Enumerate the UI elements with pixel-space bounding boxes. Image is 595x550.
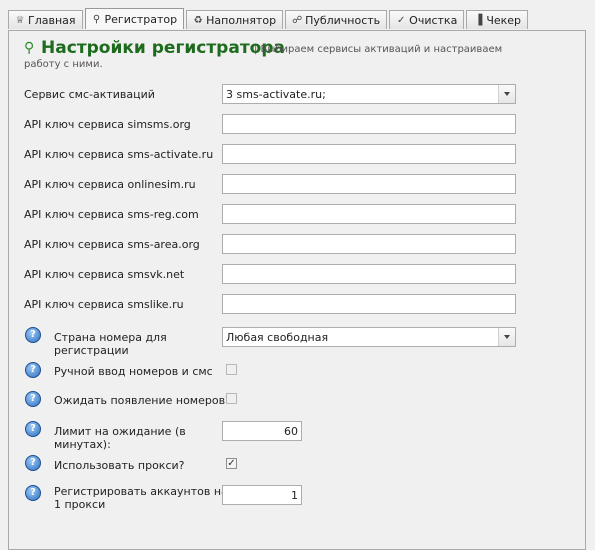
help-icon[interactable]: ?	[25, 362, 41, 378]
tab-label: Наполнятор	[206, 13, 277, 27]
api-key-input-smslike[interactable]	[222, 294, 516, 314]
tab-bar: ♕ Главная ⚲ Регистратор ♻ Наполнятор ☍ П…	[8, 8, 530, 30]
tab-checker[interactable]: ▐ Чекер	[466, 10, 529, 29]
key-icon: ⚲	[92, 13, 101, 25]
use-proxy-checkbox[interactable]: ✓	[226, 458, 237, 469]
manual-input-checkbox[interactable]	[226, 364, 237, 375]
wait-limit-input[interactable]	[222, 421, 302, 441]
accounts-per-proxy-label: Регистрировать аккаунтов на	[54, 485, 228, 498]
api-key-label-simsms: API ключ сервиса simsms.org	[24, 118, 191, 131]
tab-publicity[interactable]: ☍ Публичность	[285, 10, 388, 29]
api-key-input-sms-reg[interactable]	[222, 204, 516, 224]
service-value: 3 sms-activate.ru;	[226, 88, 326, 101]
help-icon[interactable]: ?	[25, 485, 41, 501]
tab-label: Главная	[28, 13, 76, 27]
page-subtitle-continued: работу с ними.	[24, 59, 103, 70]
use-proxy-label: Использовать прокси?	[54, 459, 185, 472]
refresh-icon: ♻	[193, 14, 203, 26]
api-key-input-smsvk[interactable]	[222, 264, 516, 284]
key-icon: ⚲	[24, 40, 35, 56]
service-label: Сервис смс-активаций	[24, 88, 155, 101]
accounts-per-proxy-input[interactable]	[222, 485, 302, 505]
api-key-input-sms-area[interactable]	[222, 234, 516, 254]
tab-main[interactable]: ♕ Главная	[8, 10, 83, 29]
country-label: Страна номера для	[54, 331, 167, 344]
api-key-input-onlinesim[interactable]	[222, 174, 516, 194]
tab-label: Очистка	[409, 13, 458, 27]
country-select[interactable]: Любая свободная	[222, 327, 516, 347]
help-icon[interactable]: ?	[25, 421, 41, 437]
handshake-icon: ☍	[292, 14, 303, 26]
manual-input-label: Ручной ввод номеров и смс	[54, 365, 213, 378]
crown-icon: ♕	[15, 14, 25, 26]
page-title: Настройки регистратора	[41, 38, 285, 58]
api-key-label-smslike: API ключ сервиса smslike.ru	[24, 298, 184, 311]
settings-panel	[8, 30, 586, 550]
tab-label: Регистратор	[104, 12, 178, 26]
wait-numbers-checkbox[interactable]	[226, 393, 237, 404]
service-select[interactable]: 3 sms-activate.ru;	[222, 84, 516, 104]
tab-registrator[interactable]: ⚲ Регистратор	[84, 8, 185, 29]
checker-icon: ▐	[474, 14, 483, 26]
wait-limit-label: Лимит на ожидание (в	[54, 425, 186, 438]
tab-filler[interactable]: ♻ Наполнятор	[186, 10, 284, 29]
chevron-down-icon[interactable]	[498, 328, 515, 346]
api-key-input-simsms[interactable]	[222, 114, 516, 134]
api-key-input-sms-activate[interactable]	[222, 144, 516, 164]
help-icon[interactable]: ?	[25, 455, 41, 471]
tab-label: Чекер	[486, 13, 522, 27]
wait-numbers-label: Ожидать появление номеров?	[54, 394, 231, 407]
check-icon: ✓	[227, 458, 236, 469]
tab-label: Публичность	[305, 13, 381, 27]
help-icon[interactable]: ?	[25, 327, 41, 343]
api-key-label-onlinesim: API ключ сервиса onlinesim.ru	[24, 178, 196, 191]
wait-limit-label-continued: минутах):	[54, 438, 111, 451]
api-key-label-sms-area: API ключ сервиса sms-area.org	[24, 238, 200, 251]
chevron-down-icon[interactable]	[498, 85, 515, 103]
page-subtitle: | Выбираем сервисы активаций и настраива…	[254, 44, 503, 55]
country-label-continued: регистрации	[54, 344, 129, 357]
api-key-label-smsvk: API ключ сервиса smsvk.net	[24, 268, 185, 281]
tab-cleanup[interactable]: ✓ Очистка	[389, 10, 465, 29]
api-key-label-sms-activate: API ключ сервиса sms-activate.ru	[24, 148, 214, 161]
check-icon: ✓	[396, 14, 406, 26]
accounts-per-proxy-label-continued: 1 прокси	[54, 498, 106, 511]
country-value: Любая свободная	[226, 331, 329, 344]
api-key-label-sms-reg: API ключ сервиса sms-reg.com	[24, 208, 199, 221]
help-icon[interactable]: ?	[25, 391, 41, 407]
